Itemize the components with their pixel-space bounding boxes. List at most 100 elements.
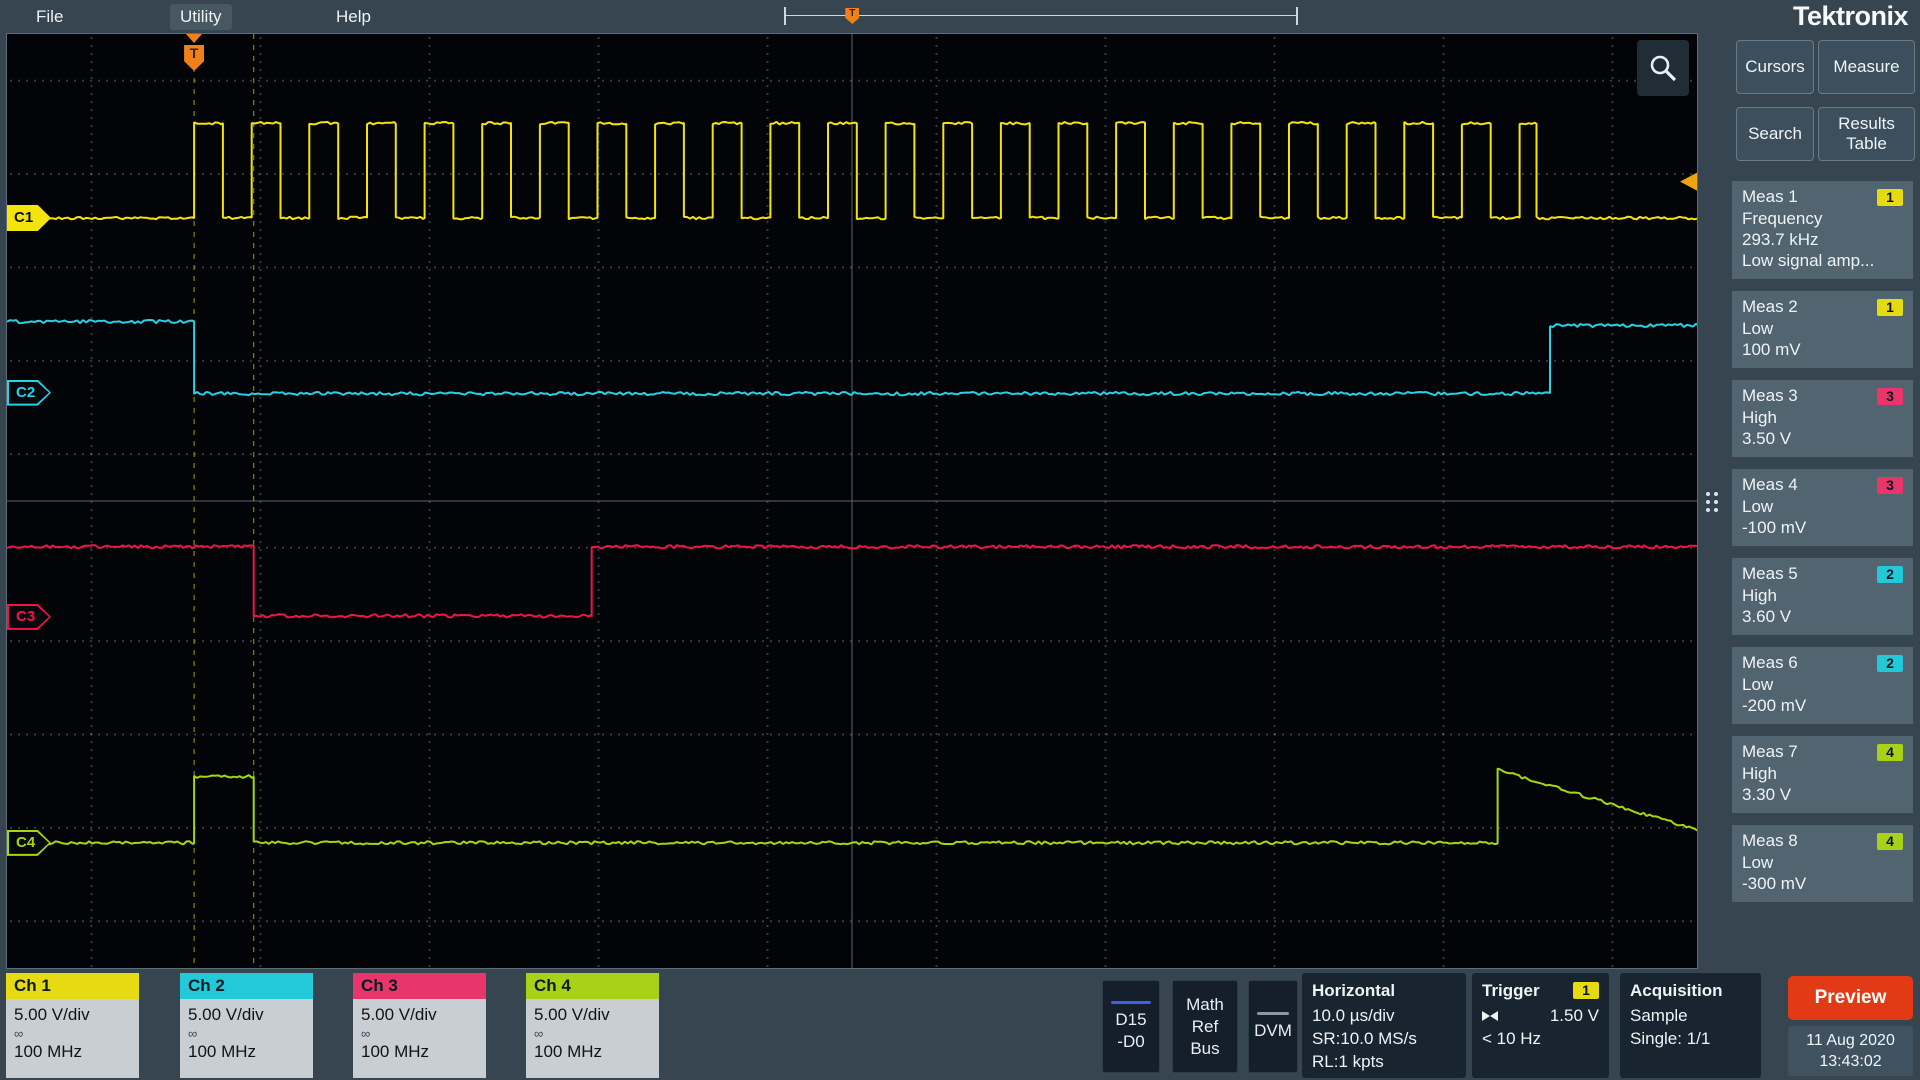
slider-track: [786, 15, 1296, 16]
meas-value: -100 mV: [1742, 517, 1903, 538]
channel-bandwidth: 100 MHz: [188, 1040, 305, 1064]
mathrefbus-label: Math: [1173, 994, 1237, 1016]
meas-source-badge: 1: [1877, 189, 1903, 206]
traces-svg: [7, 34, 1697, 968]
meas-panel-7[interactable]: Meas 74 High 3.30 V: [1732, 736, 1913, 813]
menu-file[interactable]: File: [26, 4, 73, 30]
meas-panel-8[interactable]: Meas 8 4 Low -300 mV: [1732, 825, 1913, 902]
channel-tag-label: C3: [9, 608, 35, 625]
horizontal-title: Horizontal: [1312, 979, 1456, 1002]
probe-icon: ∞: [188, 1027, 305, 1040]
meas-title: Meas 8: [1742, 831, 1798, 851]
trigger-source-badge: 1: [1573, 982, 1599, 999]
channel1-badge[interactable]: Ch 1 5.00 V/div ∞ 100 MHz: [6, 973, 139, 1078]
acquisition-single: Single: 1/1: [1630, 1027, 1751, 1050]
slider-thumb[interactable]: T: [845, 8, 859, 24]
meas-value: Low: [1742, 496, 1903, 517]
channel-label: Ch 3: [361, 976, 398, 996]
oscilloscope-app: File Utility Help T Tektronix C1C2C3C4 T…: [0, 0, 1920, 1080]
trigger-frequency: < 10 Hz: [1482, 1027, 1599, 1050]
meas-value: 3.30 V: [1742, 784, 1903, 805]
slider-trigger-glyph: T: [849, 8, 855, 24]
time-text: 13:43:02: [1819, 1051, 1881, 1072]
meas-source-badge: 2: [1877, 655, 1903, 672]
channel3-badge[interactable]: Ch 3 5.00 V/div ∞ 100 MHz: [353, 973, 486, 1078]
cursors-button[interactable]: Cursors: [1736, 40, 1814, 94]
probe-icon: ∞: [14, 1027, 131, 1040]
meas-source-badge: 4: [1877, 833, 1903, 850]
math-ref-bus-button[interactable]: Math Ref Bus: [1172, 980, 1238, 1073]
meas-value: Low: [1742, 674, 1903, 695]
preview-button[interactable]: Preview: [1788, 976, 1913, 1020]
channel-bandwidth: 100 MHz: [534, 1040, 651, 1064]
meas-value: High: [1742, 763, 1903, 784]
horizontal-panel[interactable]: Horizontal 10.0 µs/div SR:10.0 MS/s RL:1…: [1302, 973, 1466, 1078]
meas-panel-6[interactable]: Meas 62 Low -200 mV: [1732, 647, 1913, 724]
search-button[interactable]: Search: [1736, 107, 1814, 161]
meas-value: 3.60 V: [1742, 606, 1903, 627]
channel4-badge[interactable]: Ch 4 5.00 V/div ∞ 100 MHz: [526, 973, 659, 1078]
magnifier-icon: [1648, 53, 1678, 83]
channel-scale: 5.00 V/div: [188, 1003, 305, 1027]
zoom-button[interactable]: [1637, 40, 1689, 96]
probe-icon: ∞: [534, 1027, 651, 1040]
horizontal-record-length: RL:1 kpts: [1312, 1050, 1456, 1073]
meas-panel-5[interactable]: Meas 52 High 3.60 V: [1732, 558, 1913, 635]
horizontal-scale: 10.0 µs/div: [1312, 1004, 1456, 1027]
digital-channels-button[interactable]: D15 -D0: [1102, 980, 1160, 1073]
channel-label: Ch 2: [188, 976, 225, 996]
datetime-display: 11 Aug 2020 13:43:02: [1788, 1026, 1913, 1076]
horizontal-position-slider[interactable]: T: [784, 7, 1298, 25]
channel-scale: 5.00 V/div: [361, 1003, 478, 1027]
channel-tag-label: C1: [7, 209, 33, 226]
acquisition-panel[interactable]: Acquisition Sample Single: 1/1: [1620, 973, 1761, 1078]
menu-utility[interactable]: Utility: [170, 4, 232, 30]
meas-source-badge: 1: [1877, 299, 1903, 316]
dvm-label: DVM: [1249, 1020, 1297, 1042]
trigger-coupling-icon: [1482, 1011, 1498, 1021]
acquisition-title: Acquisition: [1630, 979, 1751, 1002]
meas-title: Meas 6: [1742, 653, 1798, 673]
horizontal-sample-rate: SR:10.0 MS/s: [1312, 1027, 1456, 1050]
tektronix-logo: Tektronix: [1793, 1, 1908, 32]
acquisition-mode: Sample: [1630, 1004, 1751, 1027]
results-table-button[interactable]: Results Table: [1818, 107, 1915, 161]
dvm-button[interactable]: DVM: [1248, 980, 1298, 1073]
digital-label: -D0: [1103, 1031, 1159, 1053]
meas-panel-1[interactable]: Meas 11 Frequency 293.7 kHz Low signal a…: [1732, 181, 1913, 279]
menu-help[interactable]: Help: [326, 4, 381, 30]
trigger-panel[interactable]: Trigger 1 1.50 V < 10 Hz: [1472, 973, 1609, 1078]
meas-title: Meas 1: [1742, 187, 1798, 207]
meas-title: Meas 4: [1742, 475, 1798, 495]
meas-source-badge: 3: [1877, 477, 1903, 494]
channel-bandwidth: 100 MHz: [361, 1040, 478, 1064]
meas-panel-3[interactable]: Meas 33 High 3.50 V: [1732, 380, 1913, 457]
meas-value: Low: [1742, 852, 1903, 873]
meas-title: Meas 3: [1742, 386, 1798, 406]
mathrefbus-label: Bus: [1173, 1038, 1237, 1060]
meas-title: Meas 2: [1742, 297, 1798, 317]
measure-button[interactable]: Measure: [1818, 40, 1915, 94]
date-text: 11 Aug 2020: [1806, 1030, 1895, 1051]
meas-panel-4[interactable]: Meas 4 3 Low -100 mV: [1732, 469, 1913, 546]
channel2-badge[interactable]: Ch 2 5.00 V/div ∞ 100 MHz: [180, 973, 313, 1078]
meas-value: High: [1742, 585, 1903, 606]
meas-value: Low: [1742, 318, 1903, 339]
top-menu-bar: File Utility Help T Tektronix: [0, 0, 1920, 33]
meas-panel-2[interactable]: Meas 21 Low 100 mV: [1732, 291, 1913, 368]
dvm-icon: [1257, 1012, 1289, 1015]
meas-value: High: [1742, 407, 1903, 428]
meas-value: -300 mV: [1742, 873, 1903, 894]
meas-source-badge: 2: [1877, 566, 1903, 583]
meas-value: 3.50 V: [1742, 428, 1903, 449]
channel-scale: 5.00 V/div: [14, 1003, 131, 1027]
waveform-display[interactable]: C1C2C3C4 T: [6, 33, 1698, 969]
measurement-list: Meas 11 Frequency 293.7 kHz Low signal a…: [1732, 181, 1913, 914]
digital-bus-icon: [1111, 1001, 1151, 1004]
mathrefbus-label: Ref: [1173, 1016, 1237, 1038]
channel-scale: 5.00 V/div: [534, 1003, 651, 1027]
meas-value: Frequency: [1742, 208, 1903, 229]
channel-tag-label: C4: [9, 834, 35, 851]
meas-title: Meas 7: [1742, 742, 1798, 762]
panel-drag-handle[interactable]: [1706, 492, 1718, 512]
